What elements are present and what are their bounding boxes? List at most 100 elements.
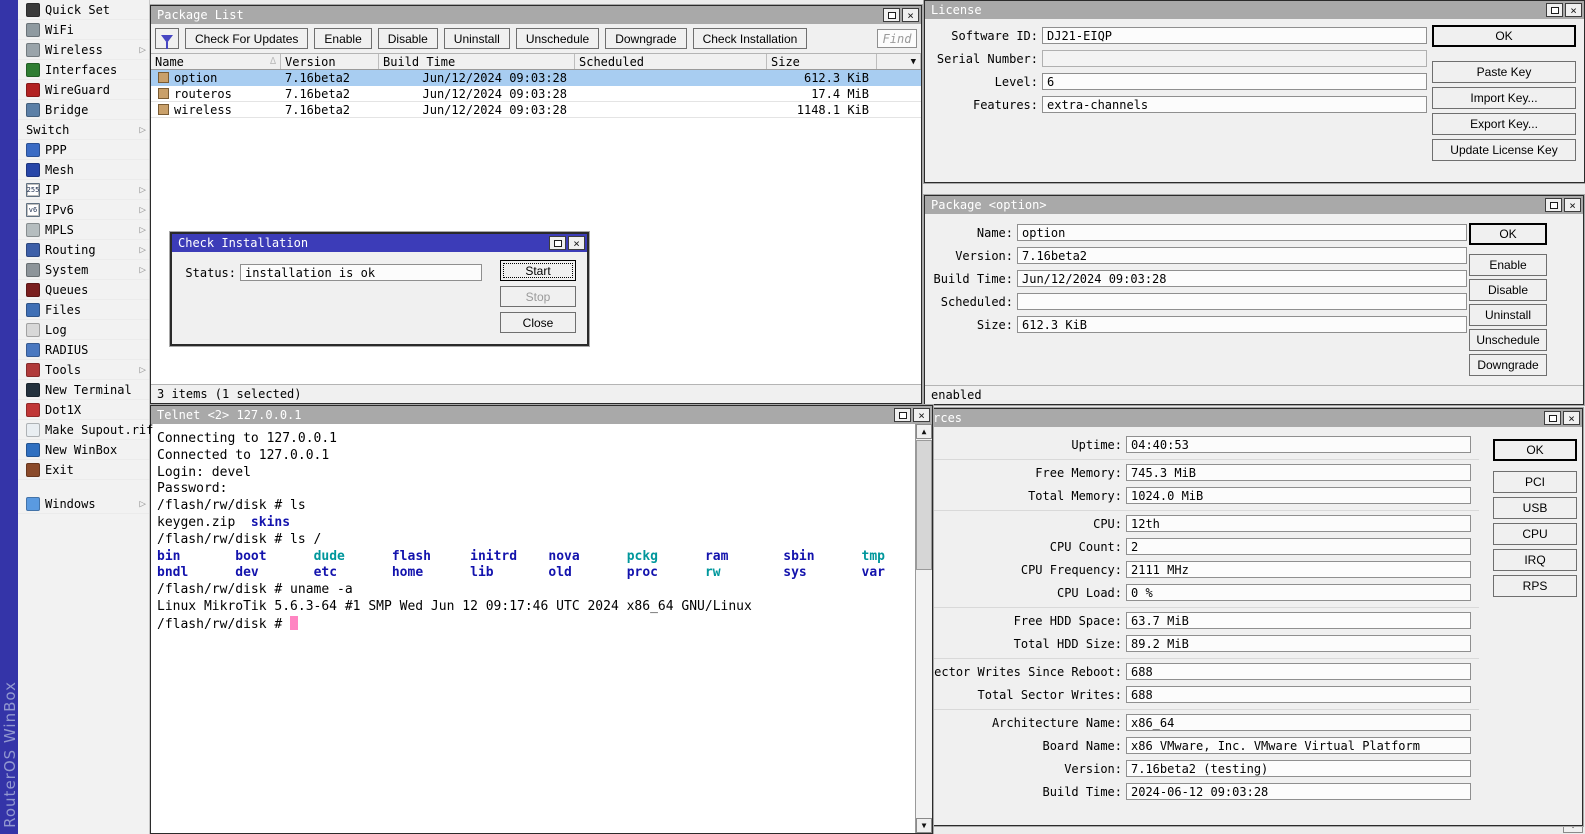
- check-installation-button[interactable]: Check Installation: [693, 28, 808, 49]
- stop-button[interactable]: Stop: [500, 286, 576, 307]
- close-icon[interactable]: ×: [1565, 3, 1582, 17]
- size-field[interactable]: 612.3 KiB: [1017, 316, 1467, 333]
- maximize-icon[interactable]: [894, 408, 911, 422]
- sidebar-item-quick-set[interactable]: Quick Set: [18, 0, 149, 20]
- sidebar-item-exit[interactable]: Exit: [18, 460, 149, 480]
- close-icon[interactable]: ×: [1564, 198, 1581, 212]
- find-button[interactable]: Find: [877, 29, 917, 48]
- check-for-updates-button[interactable]: Check For Updates: [185, 28, 308, 49]
- features-field[interactable]: extra-channels: [1042, 96, 1427, 113]
- column-header-scheduled[interactable]: Scheduled: [575, 54, 767, 69]
- build-time-field[interactable]: 2024-06-12 09:03:28: [1126, 783, 1471, 800]
- serial-number-field[interactable]: [1042, 50, 1427, 67]
- table-row[interactable]: routeros7.16beta2Jun/12/2024 09:03:2817.…: [151, 86, 921, 102]
- sidebar-item-new-terminal[interactable]: New Terminal: [18, 380, 149, 400]
- version-field[interactable]: 7.16beta2 (testing): [1126, 760, 1471, 777]
- sidebar-item-tools[interactable]: Tools▷: [18, 360, 149, 380]
- package-list-titlebar[interactable]: Package List ×: [151, 6, 921, 24]
- cpu-button[interactable]: CPU: [1493, 523, 1577, 545]
- maximize-icon[interactable]: [1545, 198, 1562, 212]
- close-icon[interactable]: ×: [568, 236, 585, 250]
- maximize-icon[interactable]: [1544, 411, 1561, 425]
- cpu-field[interactable]: 12th: [1126, 515, 1471, 532]
- close-icon[interactable]: ×: [1563, 411, 1580, 425]
- column-header-build-time[interactable]: Build Time: [379, 54, 575, 69]
- scroll-up-icon[interactable]: ▲: [916, 424, 932, 439]
- ok-button[interactable]: OK: [1493, 439, 1577, 461]
- pci-button[interactable]: PCI: [1493, 471, 1577, 493]
- enable-button[interactable]: Enable: [1469, 254, 1547, 276]
- sector-writes-since-reboot-field[interactable]: 688: [1126, 663, 1471, 680]
- sidebar-item-wireless[interactable]: Wireless▷: [18, 40, 149, 60]
- sidebar-item-wireguard[interactable]: WireGuard: [18, 80, 149, 100]
- sidebar-item-ip[interactable]: 255IP▷: [18, 180, 149, 200]
- free-hdd-space-field[interactable]: 63.7 MiB: [1126, 612, 1471, 629]
- sidebar-item-dot1x[interactable]: Dot1X: [18, 400, 149, 420]
- build-time-field[interactable]: Jun/12/2024 09:03:28: [1017, 270, 1467, 287]
- cpu-frequency-field[interactable]: 2111 MHz: [1126, 561, 1471, 578]
- unschedule-button[interactable]: Unschedule: [516, 28, 599, 49]
- scheduled-field[interactable]: [1017, 293, 1467, 310]
- filter-button[interactable]: [155, 28, 179, 49]
- uptime-field[interactable]: 04:40:53: [1126, 436, 1471, 453]
- architecture-name-field[interactable]: x86_64: [1126, 714, 1471, 731]
- sidebar-item-routing[interactable]: Routing▷: [18, 240, 149, 260]
- telnet-scrollbar[interactable]: ▲ ▼: [915, 424, 932, 833]
- sidebar-item-queues[interactable]: Queues: [18, 280, 149, 300]
- close-icon[interactable]: ×: [913, 408, 930, 422]
- software-id-field[interactable]: DJ21-EIQP: [1042, 27, 1427, 44]
- sidebar-item-radius[interactable]: RADIUS: [18, 340, 149, 360]
- license-titlebar[interactable]: License ×: [925, 1, 1584, 19]
- total-memory-field[interactable]: 1024.0 MiB: [1126, 487, 1471, 504]
- column-header-version[interactable]: Version: [281, 54, 379, 69]
- sidebar-item-mpls[interactable]: MPLS▷: [18, 220, 149, 240]
- export-key-button[interactable]: Export Key...: [1432, 113, 1576, 135]
- check-installation-titlebar[interactable]: Check Installation ×: [172, 234, 587, 252]
- disable-button[interactable]: Disable: [378, 28, 438, 49]
- import-key-button[interactable]: Import Key...: [1432, 87, 1576, 109]
- table-row[interactable]: option7.16beta2Jun/12/2024 09:03:28612.3…: [151, 70, 921, 86]
- irq-button[interactable]: IRQ: [1493, 549, 1577, 571]
- sidebar-item-switch[interactable]: Switch▷: [18, 120, 149, 140]
- sidebar-item-wifi[interactable]: WiFi: [18, 20, 149, 40]
- level-field[interactable]: 6: [1042, 73, 1427, 90]
- uninstall-button[interactable]: Uninstall: [1469, 304, 1547, 326]
- version-field[interactable]: 7.16beta2: [1017, 247, 1467, 264]
- update-license-key-button[interactable]: Update License Key: [1432, 139, 1576, 161]
- free-memory-field[interactable]: 745.3 MiB: [1126, 464, 1471, 481]
- ok-button[interactable]: OK: [1432, 25, 1576, 47]
- sidebar-item-new-winbox[interactable]: New WinBox: [18, 440, 149, 460]
- table-row[interactable]: wireless7.16beta2Jun/12/2024 09:03:28114…: [151, 102, 921, 118]
- sidebar-item-files[interactable]: Files: [18, 300, 149, 320]
- board-name-field[interactable]: x86 VMware, Inc. VMware Virtual Platform: [1126, 737, 1471, 754]
- resources-titlebar[interactable]: Resources ×: [891, 409, 1582, 427]
- usb-button[interactable]: USB: [1493, 497, 1577, 519]
- sidebar-item-ipv6[interactable]: v6IPv6▷: [18, 200, 149, 220]
- sidebar-item-log[interactable]: Log: [18, 320, 149, 340]
- scrollbar-thumb[interactable]: [916, 440, 932, 570]
- paste-key-button[interactable]: Paste Key: [1432, 61, 1576, 83]
- name-field[interactable]: option: [1017, 224, 1467, 241]
- sidebar-item-make-supout-rif[interactable]: Make Supout.rif: [18, 420, 149, 440]
- sidebar-item-bridge[interactable]: Bridge: [18, 100, 149, 120]
- rps-button[interactable]: RPS: [1493, 575, 1577, 597]
- start-button[interactable]: Start: [500, 260, 576, 281]
- sidebar-item-windows[interactable]: Windows▷: [18, 494, 149, 514]
- maximize-icon[interactable]: [1546, 3, 1563, 17]
- sidebar-item-ppp[interactable]: PPP: [18, 140, 149, 160]
- cpu-load-field[interactable]: 0 %: [1126, 584, 1471, 601]
- column-header-size[interactable]: Size: [767, 54, 877, 69]
- downgrade-button[interactable]: Downgrade: [605, 28, 686, 49]
- cpu-count-field[interactable]: 2: [1126, 538, 1471, 555]
- maximize-icon[interactable]: [549, 236, 566, 250]
- scroll-down-icon[interactable]: ▼: [916, 818, 932, 833]
- terminal-output[interactable]: Connecting to 127.0.0.1Connected to 127.…: [151, 424, 915, 833]
- ok-button[interactable]: OK: [1469, 223, 1547, 245]
- total-hdd-size-field[interactable]: 89.2 MiB: [1126, 635, 1471, 652]
- close-button[interactable]: Close: [500, 312, 576, 333]
- total-sector-writes-field[interactable]: 688: [1126, 686, 1471, 703]
- close-icon[interactable]: ×: [902, 8, 919, 22]
- enable-button[interactable]: Enable: [314, 28, 371, 49]
- uninstall-button[interactable]: Uninstall: [444, 28, 510, 49]
- column-header-name[interactable]: Name∆: [151, 54, 281, 69]
